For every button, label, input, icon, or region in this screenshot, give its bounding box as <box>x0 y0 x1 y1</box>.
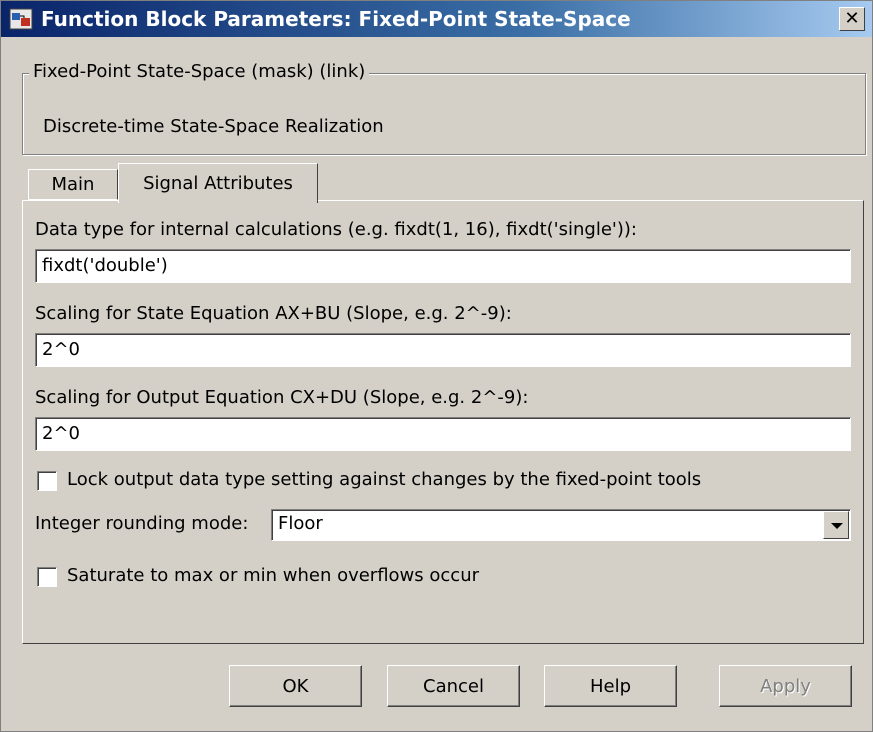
tab-signal-attributes[interactable]: Signal Attributes <box>118 163 318 203</box>
ok-button[interactable]: OK <box>229 665 362 707</box>
window-title: Function Block Parameters: Fixed-Point S… <box>41 7 631 31</box>
ok-button-label: OK <box>282 675 309 697</box>
cancel-button[interactable]: Cancel <box>387 665 520 707</box>
rounding-mode-label: Integer rounding mode: <box>35 513 249 534</box>
lock-output-label: Lock output data type setting against ch… <box>67 469 702 490</box>
output-scaling-input[interactable]: 2^0 <box>35 417 851 451</box>
state-scaling-label: Scaling for State Equation AX+BU (Slope,… <box>35 303 512 324</box>
close-icon: ✕ <box>844 8 860 29</box>
apply-button-label: Apply <box>760 675 811 697</box>
simulink-block-icon <box>9 8 33 30</box>
mask-title: Fixed-Point State-Space (mask) (link) <box>29 61 370 82</box>
tab-main[interactable]: Main <box>28 169 118 200</box>
state-scaling-input[interactable]: 2^0 <box>35 333 851 367</box>
apply-button[interactable]: Apply <box>719 665 852 707</box>
mask-description: Discrete-time State-Space Realization <box>43 116 384 137</box>
saturate-checkbox[interactable] <box>37 567 57 587</box>
output-scaling-label: Scaling for Output Equation CX+DU (Slope… <box>35 387 529 408</box>
tab-main-label: Main <box>51 174 95 195</box>
rounding-mode-select[interactable]: Floor <box>271 509 851 541</box>
help-button-label: Help <box>589 675 632 697</box>
cancel-button-label: Cancel <box>423 675 484 697</box>
saturate-label: Saturate to max or min when overflows oc… <box>67 565 479 586</box>
tab-panel-signal-attributes: Data type for internal calculations (e.g… <box>22 200 864 644</box>
close-button[interactable]: ✕ <box>839 7 865 31</box>
help-button[interactable]: Help <box>544 665 677 707</box>
tab-signal-attributes-label: Signal Attributes <box>143 173 293 194</box>
lock-output-checkbox[interactable] <box>37 471 57 491</box>
data-type-label: Data type for internal calculations (e.g… <box>35 219 637 240</box>
title-bar[interactable]: Function Block Parameters: Fixed-Point S… <box>1 1 872 37</box>
rounding-mode-value: Floor <box>278 513 323 534</box>
mask-description-group: Fixed-Point State-Space (mask) (link) Di… <box>22 61 866 155</box>
chevron-down-icon[interactable] <box>823 511 849 539</box>
dialog-window: Function Block Parameters: Fixed-Point S… <box>0 0 873 732</box>
data-type-input[interactable]: fixdt('double') <box>35 249 851 283</box>
